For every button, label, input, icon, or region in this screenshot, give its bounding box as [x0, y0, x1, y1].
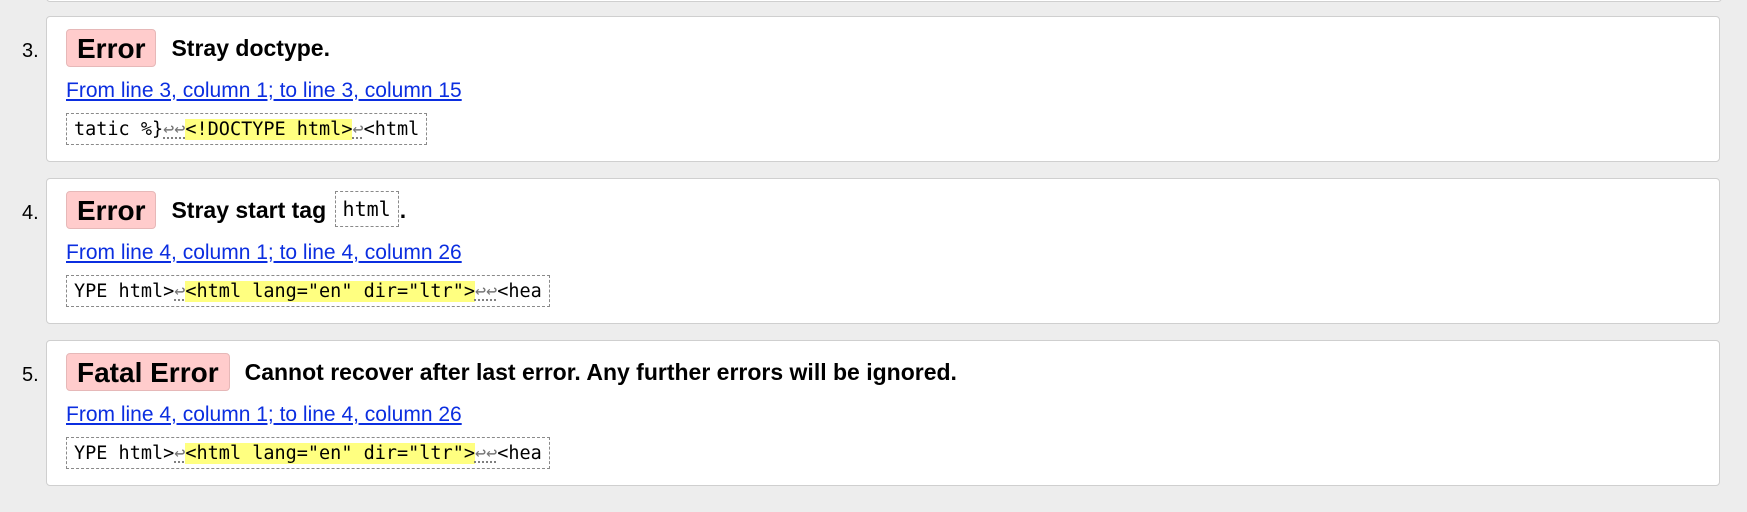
message-text: Stray start tag html.: [171, 191, 406, 230]
previous-message-card: [46, 0, 1722, 2]
message-item: 5. Fatal Error Cannot recover after last…: [0, 340, 1747, 502]
message-header: Fatal Error Cannot recover after last er…: [66, 352, 1700, 392]
message-card: Fatal Error Cannot recover after last er…: [46, 340, 1720, 486]
message-text: Stray doctype.: [171, 29, 330, 67]
line-break-marker: ↩: [174, 443, 186, 464]
message-number: 5.: [22, 364, 39, 386]
line-break-marker: ↩↩: [163, 119, 186, 140]
message-text-before: Cannot recover after last error. Any fur…: [244, 359, 957, 385]
message-text: Cannot recover after last error. Any fur…: [245, 353, 957, 391]
message-text-before: Stray start tag: [171, 196, 333, 223]
validation-messages-list: 3. Error Stray doctype. From line 3, col…: [0, 16, 1747, 502]
extract-highlight: <html lang="en" dir="ltr">: [185, 443, 475, 464]
message-card: Error Stray doctype. From line 3, column…: [46, 16, 1720, 162]
source-extract: tatic %}↩↩<!DOCTYPE html>↩<html: [66, 113, 428, 145]
line-break-marker: ↩: [352, 119, 364, 140]
extract-highlight: <html lang="en" dir="ltr">: [185, 281, 475, 302]
line-break-marker: ↩↩: [474, 281, 498, 302]
extract-before: YPE html>: [74, 443, 175, 464]
extract-after: <html: [363, 119, 420, 140]
error-badge: Error: [66, 191, 157, 229]
extract-after: <hea: [497, 281, 542, 302]
message-item: 3. Error Stray doctype. From line 3, col…: [0, 16, 1747, 178]
extract-before: tatic %}: [74, 119, 164, 140]
source-location-link[interactable]: From line 4, column 1; to line 4, column…: [66, 402, 1700, 428]
message-text-before: Stray doctype.: [171, 35, 330, 61]
source-location-link[interactable]: From line 4, column 1; to line 4, column…: [66, 240, 1700, 266]
message-header: Error Stray start tag html.: [66, 190, 1700, 230]
extract-highlight: <!DOCTYPE html>: [185, 119, 353, 140]
message-text-after: .: [399, 196, 407, 223]
extract-after: <hea: [497, 443, 542, 464]
message-number: 3.: [22, 40, 39, 62]
line-break-marker: ↩↩: [474, 443, 498, 464]
line-break-marker: ↩: [174, 281, 186, 302]
message-card: Error Stray start tag html. From line 4,…: [46, 178, 1720, 324]
error-badge: Error: [66, 29, 157, 67]
fatal-error-badge: Fatal Error: [66, 353, 230, 391]
source-location-link[interactable]: From line 3, column 1; to line 3, column…: [66, 78, 1700, 104]
message-item: 4. Error Stray start tag html. From line…: [0, 178, 1747, 340]
source-extract: YPE html>↩<html lang="en" dir="ltr">↩↩<h…: [66, 275, 550, 307]
message-number: 4.: [22, 202, 39, 224]
source-extract: YPE html>↩<html lang="en" dir="ltr">↩↩<h…: [66, 437, 550, 469]
inline-code: html: [334, 191, 399, 228]
message-header: Error Stray doctype.: [66, 28, 1700, 68]
extract-before: YPE html>: [74, 281, 175, 302]
